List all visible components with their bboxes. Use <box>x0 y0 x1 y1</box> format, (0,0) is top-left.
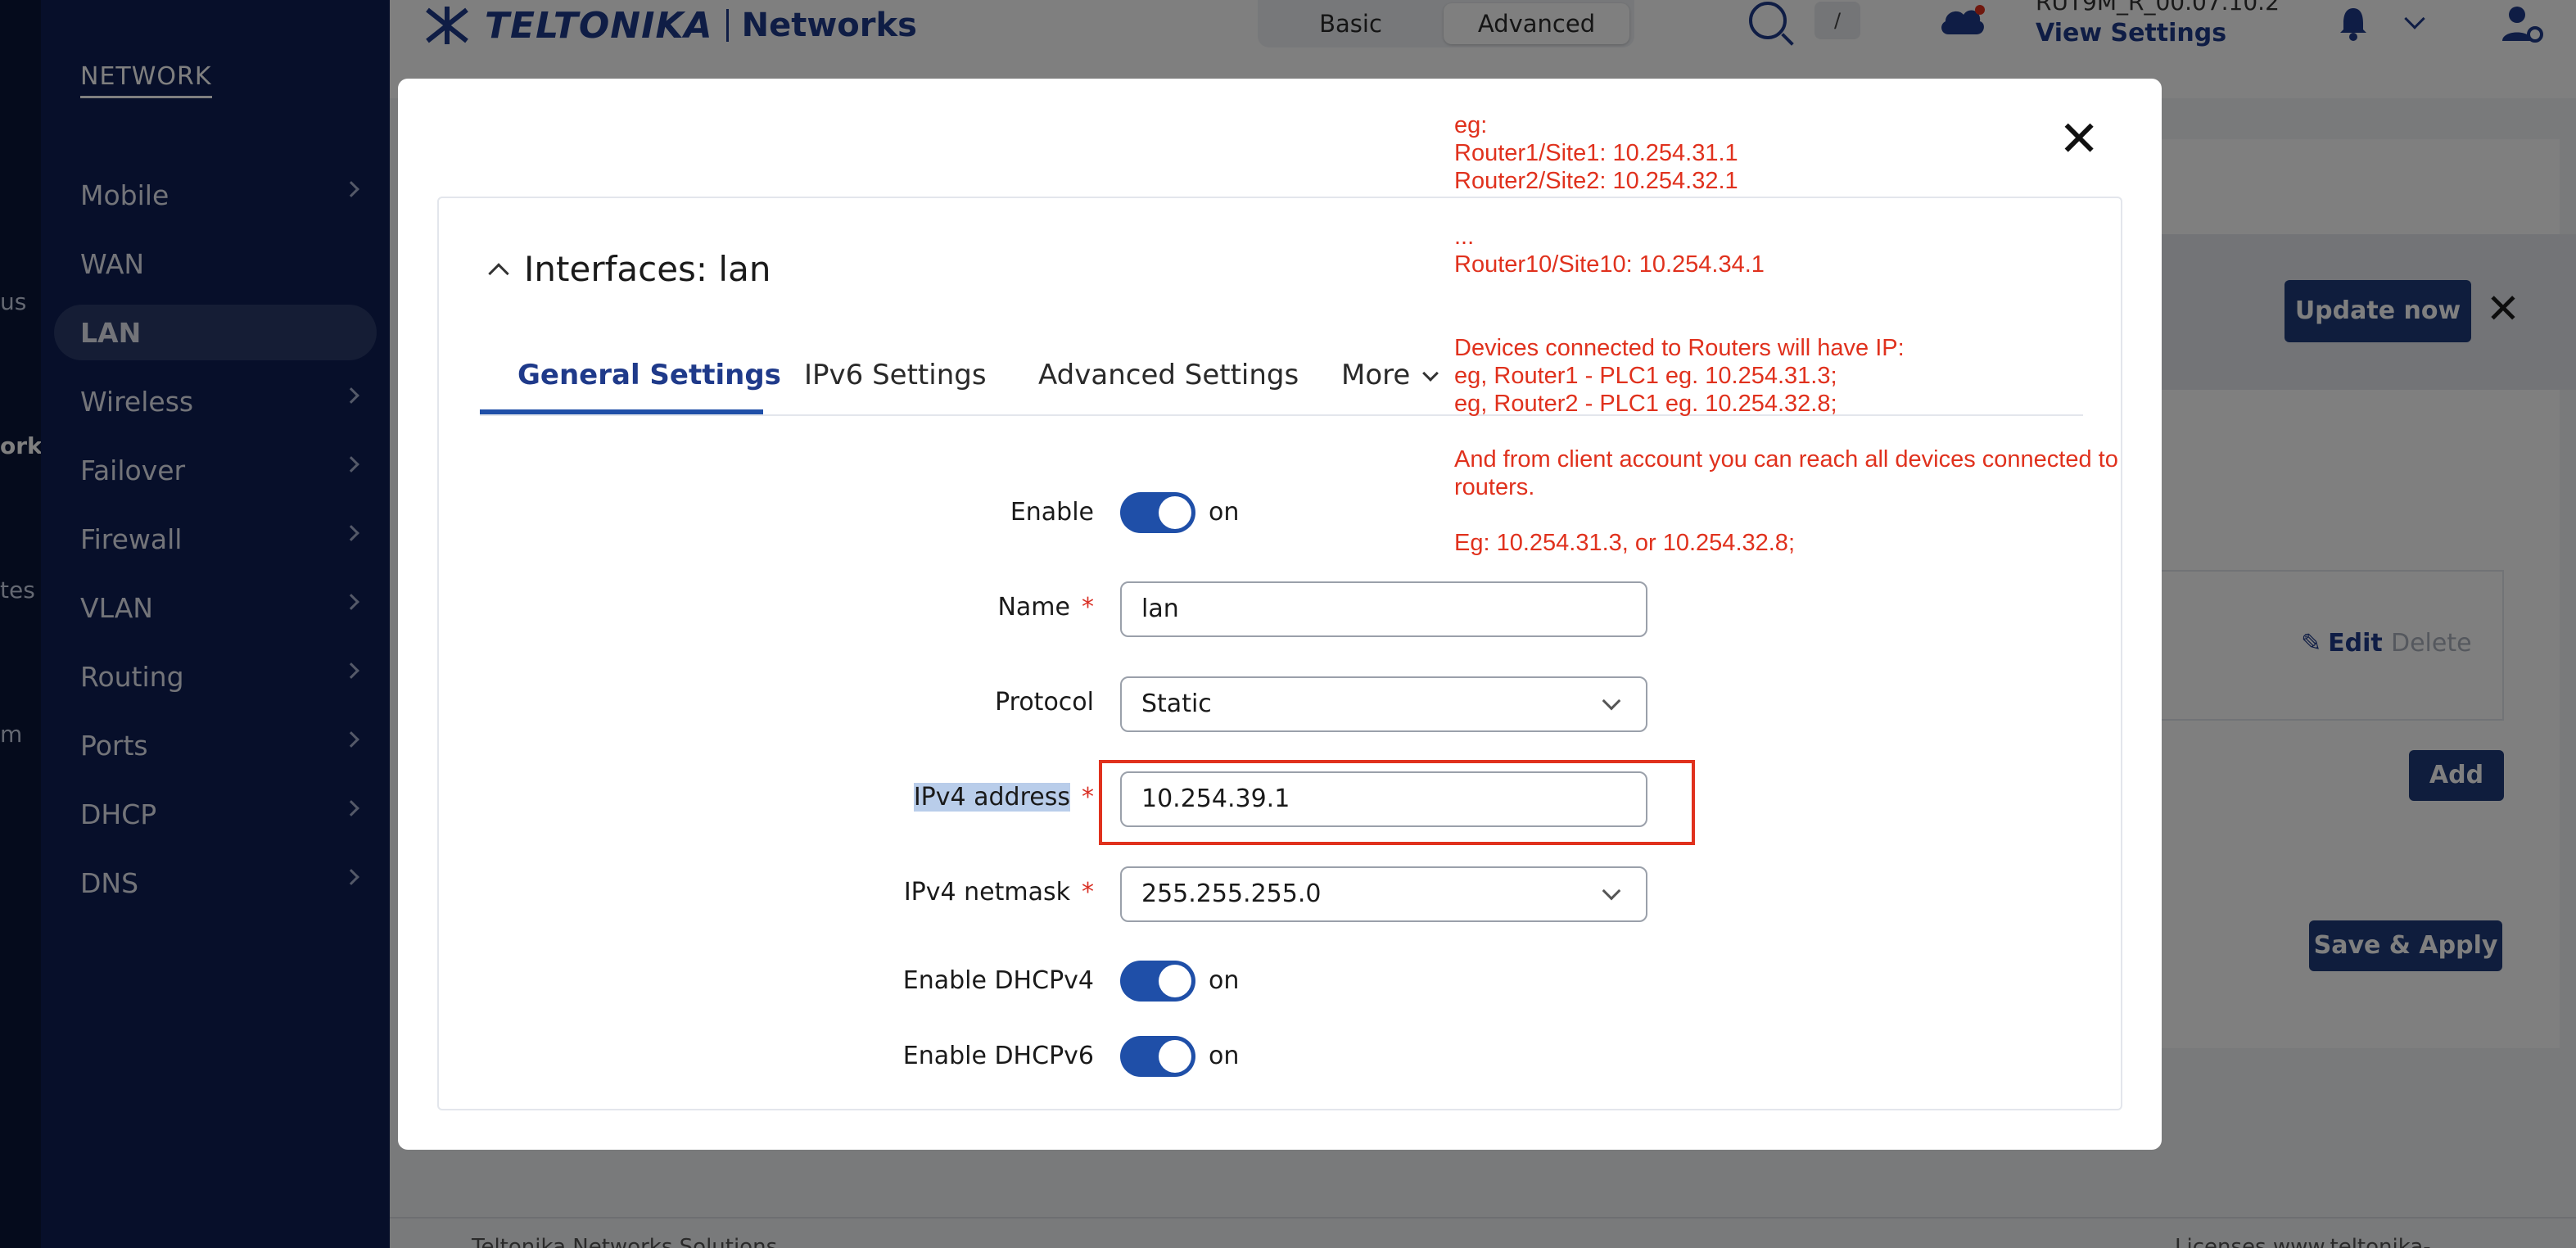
annotation-line: ... <box>1454 224 1475 250</box>
required-mark: * <box>1082 783 1094 812</box>
protocol-value: Static <box>1141 690 1212 718</box>
name-label: Name * <box>997 593 1094 622</box>
required-mark: * <box>1082 878 1094 907</box>
annotation-line: Devices connected to Routers will have I… <box>1454 335 1905 361</box>
annotation-line: And from client account you can reach al… <box>1454 446 2118 473</box>
ipv4-netmask-select[interactable]: 255.255.255.0 <box>1120 866 1647 922</box>
tab-more-label: More <box>1341 359 1411 391</box>
tab-general-settings[interactable]: General Settings <box>517 359 781 391</box>
enable-label: Enable <box>1010 498 1094 527</box>
ipv4-address-label: IPv4 address * <box>913 783 1094 812</box>
chevron-down-icon <box>1602 691 1621 711</box>
dhcpv4-label: Enable DHCPv4 <box>902 966 1094 995</box>
protocol-label: Protocol <box>995 688 1094 717</box>
annotation-line <box>1454 501 2175 529</box>
annotation-line <box>1454 195 2175 223</box>
tab-ipv6-settings[interactable]: IPv6 Settings <box>804 359 987 391</box>
highlight-annotation-box <box>1099 760 1695 845</box>
dhcpv6-toggle[interactable] <box>1120 1036 1195 1077</box>
ipv4-netmask-label: IPv4 netmask * <box>903 878 1094 907</box>
chevron-up-icon[interactable] <box>488 262 509 284</box>
protocol-select[interactable]: Static <box>1120 676 1647 732</box>
annotation-line: eg, Router2 - PLC1 eg. 10.254.32.8; <box>1454 391 1837 417</box>
annotation-line: eg, Router1 - PLC1 eg. 10.254.31.3; <box>1454 363 1837 389</box>
annotation-line: Router1/Site1: 10.254.31.1 <box>1454 140 1738 166</box>
dhcpv4-toggle[interactable] <box>1120 961 1195 1002</box>
chevron-down-icon <box>1602 881 1621 901</box>
annotation-line: Router2/Site2: 10.254.32.1 <box>1454 168 1738 194</box>
annotation-line <box>1454 278 2175 306</box>
annotation-line <box>1454 418 2175 445</box>
tab-advanced-settings[interactable]: Advanced Settings <box>1038 359 1299 391</box>
active-tab-indicator <box>480 409 763 414</box>
dhcpv6-label: Enable DHCPv6 <box>902 1042 1094 1070</box>
dhcpv4-state: on <box>1209 966 1240 995</box>
annotation-line: Router10/Site10: 10.254.34.1 <box>1454 251 1765 278</box>
annotation-line: Eg: 10.254.31.3, or 10.254.32.8; <box>1454 530 1795 556</box>
annotation-note: eg: Router1/Site1: 10.254.31.1 Router2/S… <box>1454 111 2175 557</box>
chevron-down-icon <box>1422 365 1439 382</box>
annotation-line: routers. <box>1454 474 1535 500</box>
netmask-value: 255.255.255.0 <box>1141 879 1322 908</box>
annotation-line: eg: <box>1454 112 1488 138</box>
enable-toggle[interactable] <box>1120 492 1195 533</box>
required-mark: * <box>1082 593 1094 622</box>
tab-more[interactable]: More <box>1341 359 1439 391</box>
name-input[interactable]: lan <box>1120 581 1647 637</box>
enable-state: on <box>1209 498 1240 527</box>
annotation-line <box>1454 306 2175 334</box>
panel-header[interactable]: Interfaces: lan <box>488 249 771 289</box>
dhcpv6-state: on <box>1209 1042 1240 1070</box>
panel-title: Interfaces: lan <box>524 249 771 289</box>
